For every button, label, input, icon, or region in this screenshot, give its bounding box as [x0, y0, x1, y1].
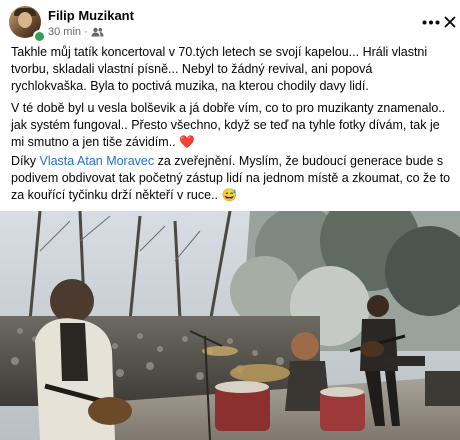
sweat-smile-emoji: 😅 [221, 188, 238, 202]
author-name[interactable]: Filip Muzikant [48, 8, 134, 23]
facebook-post: Filip Muzikant 30 min · Takhle můj tatík… [0, 0, 460, 440]
post-paragraph-3: Díky Vlasta Atan Moravec za zveřejnění. … [11, 153, 451, 204]
meta-separator: · [84, 26, 88, 38]
online-status-dot [33, 30, 46, 43]
friends-icon[interactable] [91, 27, 104, 37]
close-icon[interactable] [440, 9, 460, 35]
concert-photo-illustration [0, 211, 460, 440]
tagged-user-link[interactable]: Vlasta Atan Moravec [39, 154, 154, 168]
heart-emoji: ❤️ [179, 135, 195, 149]
post-header: Filip Muzikant 30 min · [0, 0, 460, 44]
post-meta: 30 min · [48, 26, 104, 38]
paragraph-3-lead: Díky [11, 154, 40, 168]
paragraph-2-text: V té době byl u vesla bolševik a já dobř… [11, 101, 446, 149]
post-time[interactable]: 30 min [48, 26, 81, 38]
concert-photo[interactable] [0, 211, 460, 440]
post-paragraph-1: Takhle můj tatík koncertoval v 70.tých l… [11, 45, 428, 93]
post-paragraph-2: V té době byl u vesla bolševik a já dobř… [11, 100, 451, 151]
avatar-face [18, 12, 32, 28]
